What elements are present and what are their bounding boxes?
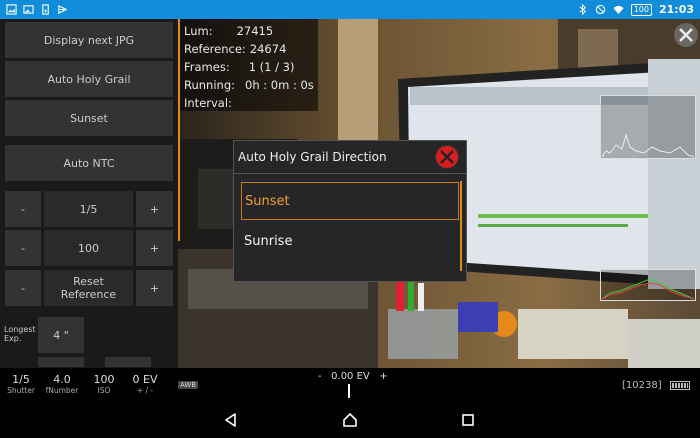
shutter-stat[interactable]: 1/5 Shutter xyxy=(1,373,41,395)
shutter-increase-button[interactable]: + xyxy=(135,190,174,228)
luminance-histogram xyxy=(600,95,696,159)
close-preview-icon[interactable] xyxy=(672,21,700,49)
running-value: 0h : 0m : 0s xyxy=(245,78,314,92)
image-notification-icon xyxy=(6,4,17,15)
shutter-value-display: 1/5 xyxy=(43,190,134,228)
sunset-direction-button[interactable]: Sunset xyxy=(4,99,174,137)
frames-label: Frames: xyxy=(184,60,230,74)
shutter-stat-value: 1/5 xyxy=(12,373,30,386)
iso-value-display: 100 xyxy=(43,229,134,267)
dialog-close-icon[interactable] xyxy=(434,144,460,170)
reference-label: Reference: xyxy=(184,42,246,56)
reset-reference-label-line2: Reference xyxy=(60,288,117,301)
camera-settings-bar: 1/5 Shutter 4.0 fNumber 100 ISO 0 EV + /… xyxy=(0,368,700,400)
option-sunrise[interactable]: Sunrise xyxy=(241,222,459,260)
dialog-scroll-indicator xyxy=(460,181,462,271)
back-icon[interactable] xyxy=(223,412,239,428)
home-icon[interactable] xyxy=(342,412,358,428)
reference-value: 24674 xyxy=(249,42,287,56)
sd-card-icon xyxy=(42,4,49,15)
ev-plus-label: + xyxy=(379,371,388,382)
display-next-jpg-button[interactable]: Display next JPG xyxy=(4,21,174,59)
control-panel: Display next JPG Auto Holy Grail Sunset … xyxy=(0,19,178,368)
ev-indicator-tick xyxy=(348,384,350,398)
dialog-divider xyxy=(234,173,466,174)
reference-row: Reference: 24674 xyxy=(184,40,312,58)
ev-comp-stat-label: + / - xyxy=(136,386,154,395)
running-label: Running: xyxy=(184,78,235,92)
shutter-stat-label: Shutter xyxy=(7,386,35,395)
fnumber-stat[interactable]: 4.0 fNumber xyxy=(42,373,82,395)
iso-increase-button[interactable]: + xyxy=(135,229,174,267)
wifi-icon xyxy=(613,5,624,15)
option-sunset[interactable]: Sunset xyxy=(241,182,459,220)
iso-decrease-button[interactable]: - xyxy=(4,229,42,267)
iso-stat-value: 100 xyxy=(93,373,115,386)
frames-value: 1 (1 / 3) xyxy=(248,60,295,74)
lum-value: 27415 xyxy=(236,24,274,38)
interval-row: Interval: xyxy=(184,94,312,112)
ev-scale[interactable]: - 0.00 EV + xyxy=(318,371,388,382)
awb-badge: AWB xyxy=(178,381,199,389)
partial-control-button-2[interactable] xyxy=(104,356,152,368)
lum-label: Lum: xyxy=(184,24,213,38)
remaining-shots-counter: [10238] xyxy=(622,380,662,391)
ev-value-label: 0.00 EV xyxy=(331,371,370,382)
left-scroll-indicator xyxy=(178,19,180,241)
reference-decrease-button[interactable]: - xyxy=(4,269,42,307)
ev-comp-stat-value: 0 EV xyxy=(132,373,158,386)
status-clock: 21:03 xyxy=(658,3,694,16)
longest-exp-label-line1: Longest xyxy=(4,325,36,334)
auto-holy-grail-button[interactable]: Auto Holy Grail xyxy=(4,60,174,98)
longest-exp-label: Longest Exp. xyxy=(4,325,36,343)
reset-reference-button[interactable]: Reset Reference xyxy=(43,269,134,307)
rgb-histogram xyxy=(600,269,696,301)
ev-minus-label: - xyxy=(318,371,322,382)
notification-icons xyxy=(6,4,68,15)
running-row: Running: 0h : 0m : 0s xyxy=(184,76,314,94)
reference-increase-button[interactable]: + xyxy=(135,269,174,307)
bluetooth-icon xyxy=(579,4,586,15)
iso-stat[interactable]: 100 ISO xyxy=(84,373,124,395)
reset-reference-label-line1: Reset xyxy=(73,275,104,288)
fnumber-stat-value: 4.0 xyxy=(53,373,71,386)
dialog-title: Auto Holy Grail Direction xyxy=(238,150,387,164)
battery-level-badge: 100 xyxy=(630,3,652,16)
longest-exp-label-line2: Exp. xyxy=(4,334,22,343)
app-notification-icon xyxy=(58,4,68,15)
ev-comp-stat[interactable]: 0 EV + / - xyxy=(125,373,165,395)
recents-icon[interactable] xyxy=(460,412,476,428)
lum-row: Lum: 27415 xyxy=(184,22,312,40)
shutter-decrease-button[interactable]: - xyxy=(4,190,42,228)
longest-exp-value-button[interactable]: 4 " xyxy=(37,316,85,354)
exposure-info-overlay: Lum: 27415 Reference: 24674 Frames: 1 (1 / … xyxy=(178,19,318,111)
status-bar: 100 21:03 xyxy=(0,0,700,19)
camera-battery-icon xyxy=(670,381,690,390)
partial-control-button[interactable] xyxy=(37,356,85,368)
auto-ntc-button[interactable]: Auto NTC xyxy=(4,144,174,182)
auto-holy-grail-direction-dialog: Auto Holy Grail Direction Sunset Sunrise xyxy=(233,140,467,282)
gallery-notification-icon xyxy=(23,5,34,14)
do-not-disturb-icon xyxy=(595,4,605,15)
frames-row: Frames: 1 (1 / 3) xyxy=(184,58,312,76)
system-icons: 100 21:03 xyxy=(577,3,694,16)
android-navigation-bar xyxy=(0,400,700,438)
iso-stat-label: ISO xyxy=(97,386,111,395)
interval-label: Interval: xyxy=(184,96,232,110)
fnumber-stat-label: fNumber xyxy=(45,386,79,395)
